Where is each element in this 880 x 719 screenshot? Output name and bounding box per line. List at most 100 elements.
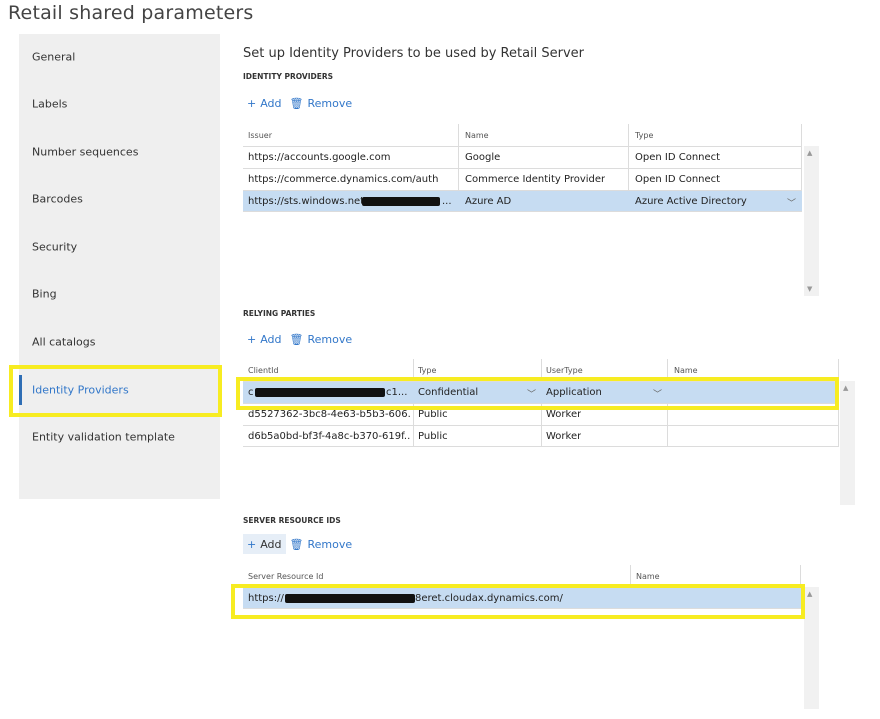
cell-issuer: https://sts.windows.net/ xyxy=(248,196,368,207)
identity-providers-toolbar: + Add 🗑 Remove xyxy=(243,93,356,113)
table-row-selected[interactable]: https:// 8eret.cloudax.dynamics.com/ xyxy=(243,587,801,609)
column-header-usertype[interactable]: UserType xyxy=(546,366,583,375)
identity-providers-grid: Issuer Name Type https://accounts.google… xyxy=(243,124,802,296)
server-resource-ids-grid: Server Resource Id Name https:// 8eret.c… xyxy=(243,565,801,615)
column-header-server-resource-id[interactable]: Server Resource Id xyxy=(248,572,323,581)
cell-issuer-suffix: ... xyxy=(442,196,452,207)
section-heading-relying-parties: RELYING PARTIES xyxy=(243,309,316,318)
chevron-down-icon[interactable]: ﹀ xyxy=(787,196,796,209)
cell-server-resource-id: https:// xyxy=(248,593,284,604)
cell-type: Open ID Connect xyxy=(635,152,721,163)
section-heading-server-resource-ids: SERVER RESOURCE IDS xyxy=(243,516,341,525)
column-header-issuer[interactable]: Issuer xyxy=(248,131,272,140)
add-server-resource-id-button[interactable]: + Add xyxy=(243,534,286,554)
relying-parties-scrollbar[interactable]: ▲ xyxy=(840,381,855,505)
sidebar-item-label: Identity Providers xyxy=(32,383,129,397)
cell-type: Open ID Connect xyxy=(635,174,721,185)
add-identity-provider-button[interactable]: + Add xyxy=(243,93,286,113)
sidebar-item-label: Number sequences xyxy=(32,145,139,159)
cell-usertype[interactable]: Application xyxy=(546,387,602,398)
table-row[interactable]: https://commerce.dynamics.com/auth Comme… xyxy=(243,168,802,190)
grid-header: Server Resource Id Name xyxy=(243,565,801,587)
cell-type: Public xyxy=(418,409,448,420)
column-header-type[interactable]: Type xyxy=(418,366,436,375)
sidebar-item-label: Entity validation template xyxy=(32,430,175,444)
sidebar-item-label: Bing xyxy=(32,287,57,301)
server-resource-ids-toolbar: + Add 🗑 Remove xyxy=(243,534,356,554)
cell-type[interactable]: Azure Active Directory xyxy=(635,196,747,207)
cell-clientid: d5527362-3bc8-4e63-b5b3-606... xyxy=(248,409,410,420)
page-title: Retail shared parameters xyxy=(8,2,254,24)
relying-parties-toolbar: + Add 🗑 Remove xyxy=(243,329,356,349)
cell-clientid-suffix: c1... xyxy=(386,387,408,398)
table-row-selected[interactable]: c c1... Confidential ﹀ Application ﹀ xyxy=(243,381,839,403)
column-header-name[interactable]: Name xyxy=(636,572,660,581)
server-resource-ids-scrollbar[interactable]: ▲ xyxy=(804,587,819,709)
add-label: Add xyxy=(260,332,282,346)
column-header-clientid[interactable]: ClientId xyxy=(248,366,279,375)
cell-usertype: Worker xyxy=(546,409,582,420)
cell-name: Google xyxy=(465,152,501,163)
cell-issuer: https://commerce.dynamics.com/auth xyxy=(248,174,439,185)
table-row[interactable]: d5527362-3bc8-4e63-b5b3-606... Public Wo… xyxy=(243,403,839,425)
chevron-down-icon[interactable]: ﹀ xyxy=(653,387,662,400)
plus-icon: + xyxy=(247,537,257,551)
remove-label: Remove xyxy=(307,332,353,346)
cell-issuer: https://accounts.google.com xyxy=(248,152,391,163)
cell-type: Public xyxy=(418,431,448,442)
cell-usertype: Worker xyxy=(546,431,582,442)
table-row[interactable]: d6b5a0bd-bf3f-4a8c-b370-619f... Public W… xyxy=(243,425,839,447)
remove-label: Remove xyxy=(307,96,353,110)
intro-text: Set up Identity Providers to be used by … xyxy=(243,46,585,61)
sidebar-item-entity-validation-template[interactable]: Entity validation template xyxy=(19,414,220,460)
plus-icon: + xyxy=(247,332,257,346)
cell-type[interactable]: Confidential xyxy=(418,387,478,398)
add-label: Add xyxy=(260,537,282,551)
cell-clientid: c xyxy=(248,387,254,398)
sidebar-item-labels[interactable]: Labels xyxy=(19,81,220,127)
relying-parties-grid: ClientId Type UserType Name c c1... Conf… xyxy=(243,359,839,499)
plus-icon: + xyxy=(247,96,257,110)
chevron-down-icon[interactable]: ﹀ xyxy=(527,387,536,400)
sidebar-item-label: Barcodes xyxy=(32,192,83,206)
trash-icon: 🗑 xyxy=(289,537,304,551)
scroll-up-icon[interactable]: ▲ xyxy=(807,149,812,157)
active-indicator xyxy=(19,375,22,405)
table-row[interactable]: https://accounts.google.com Google Open … xyxy=(243,146,802,168)
scroll-up-icon[interactable]: ▲ xyxy=(843,384,848,392)
add-label: Add xyxy=(260,96,282,110)
sidebar-item-label: General xyxy=(32,50,76,64)
sidebar-item-barcodes[interactable]: Barcodes xyxy=(19,176,220,222)
remove-identity-provider-button[interactable]: 🗑 Remove xyxy=(286,93,357,113)
section-heading-identity-providers: IDENTITY PROVIDERS xyxy=(243,72,334,81)
sidebar: General Labels Number sequences Barcodes… xyxy=(19,34,220,499)
scroll-down-icon[interactable]: ▼ xyxy=(807,285,812,293)
sidebar-item-general[interactable]: General xyxy=(19,34,220,80)
sidebar-item-label: Labels xyxy=(32,97,68,111)
sidebar-item-identity-providers[interactable]: Identity Providers xyxy=(19,367,220,413)
sidebar-item-bing[interactable]: Bing xyxy=(19,271,220,317)
redaction-mark xyxy=(255,388,385,397)
remove-server-resource-id-button[interactable]: 🗑 Remove xyxy=(286,534,357,554)
table-row-selected[interactable]: https://sts.windows.net/ ... Azure AD Az… xyxy=(243,190,802,212)
cell-name: Azure AD xyxy=(465,196,512,207)
grid-header: Issuer Name Type xyxy=(243,124,802,146)
column-header-name[interactable]: Name xyxy=(674,366,698,375)
scroll-up-icon[interactable]: ▲ xyxy=(807,590,812,598)
cell-name: Commerce Identity Provider xyxy=(465,174,606,185)
redaction-mark xyxy=(362,197,440,206)
sidebar-item-label: Security xyxy=(32,240,78,254)
sidebar-item-security[interactable]: Security xyxy=(19,224,220,270)
column-header-type[interactable]: Type xyxy=(635,131,653,140)
cell-clientid: d6b5a0bd-bf3f-4a8c-b370-619f... xyxy=(248,431,410,442)
sidebar-item-all-catalogs[interactable]: All catalogs xyxy=(19,319,220,365)
column-header-name[interactable]: Name xyxy=(465,131,489,140)
add-relying-party-button[interactable]: + Add xyxy=(243,329,286,349)
sidebar-item-label: All catalogs xyxy=(32,335,96,349)
redaction-mark xyxy=(285,594,415,603)
remove-label: Remove xyxy=(307,537,353,551)
sidebar-item-number-sequences[interactable]: Number sequences xyxy=(19,129,220,175)
identity-providers-scrollbar[interactable]: ▲ ▼ xyxy=(804,146,819,296)
trash-icon: 🗑 xyxy=(289,96,304,110)
remove-relying-party-button[interactable]: 🗑 Remove xyxy=(286,329,357,349)
